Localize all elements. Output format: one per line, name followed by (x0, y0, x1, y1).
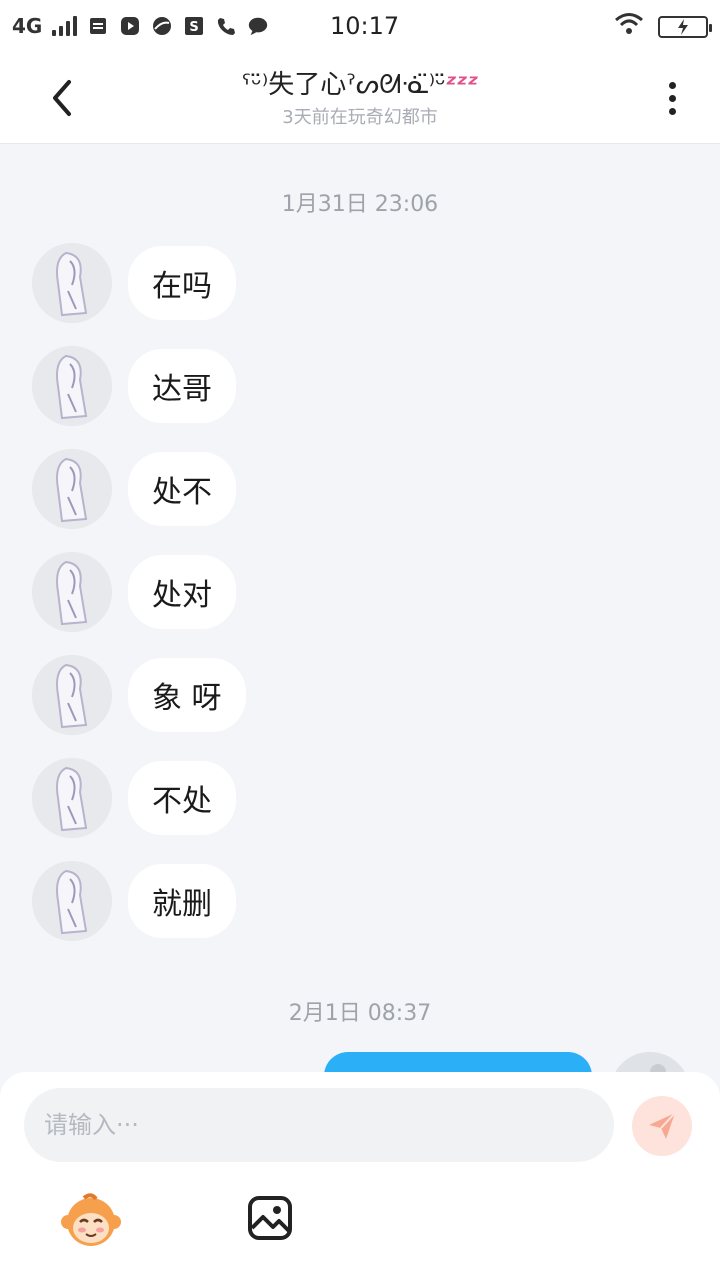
send-button[interactable] (632, 1096, 692, 1156)
message-input[interactable] (24, 1088, 614, 1162)
chat-screen: 4G S 10:17 ˁᵕ̈⁾失了心ˀᔕᘛᓍ̈⁾ᵕ̈ᶻᶻᶻ 3天前在玩奇幻都市 … (0, 0, 720, 1280)
phone-icon (215, 15, 237, 37)
chat-timestamp: 1月31日 23:06 (281, 192, 439, 217)
contact-avatar[interactable] (32, 243, 112, 323)
incoming-message: 不处 (32, 758, 236, 838)
contact-name-text: ˁᵕ̈⁾失了心ˀᔕᘛᓍ̈⁾ᵕ̈ (241, 70, 446, 100)
incoming-message: 就删 (32, 861, 236, 941)
incoming-message: 在吗 (32, 243, 236, 323)
nav-bar: ˁᵕ̈⁾失了心ˀᔕᘛᓍ̈⁾ᵕ̈ᶻᶻᶻ 3天前在玩奇幻都市 (0, 52, 720, 144)
chat-timestamp: 2月1日 08:37 (288, 1001, 432, 1026)
sleep-zzz-icon: ᶻᶻᶻ (445, 70, 479, 100)
incoming-message: 处不 (32, 449, 236, 529)
image-icon (248, 1196, 292, 1240)
svg-text:S: S (190, 20, 199, 35)
nav-title-block: ˁᵕ̈⁾失了心ˀᔕᘛᓍ̈⁾ᵕ̈ᶻᶻᶻ 3天前在玩奇幻都市 (160, 64, 560, 129)
image-picker-button[interactable] (246, 1194, 294, 1242)
dot (668, 81, 676, 89)
paper-plane-icon (649, 1112, 676, 1139)
status-bar: 4G S 10:17 (0, 0, 720, 52)
contact-avatar[interactable] (32, 346, 112, 426)
video-app-icon (119, 15, 141, 37)
message-bubble[interactable]: 不处 (128, 761, 236, 835)
dot (668, 107, 676, 115)
status-left: 4G S (12, 14, 312, 38)
contact-avatar[interactable] (32, 861, 112, 941)
back-button[interactable] (36, 72, 88, 124)
message-bubble[interactable]: 处对 (128, 555, 236, 629)
data-saver-icon (87, 15, 109, 37)
status-right (614, 12, 712, 41)
input-panel (0, 1072, 720, 1280)
wifi-icon (614, 12, 644, 41)
message-bubble[interactable]: 象 呀 (128, 658, 246, 732)
contact-avatar[interactable] (32, 758, 112, 838)
message-bubble[interactable]: 在吗 (128, 246, 236, 320)
battery-icon (658, 15, 712, 38)
message-bubble[interactable]: 达哥 (128, 349, 236, 423)
chevron-left-icon (53, 80, 71, 116)
monkey-emoji-icon (61, 1193, 121, 1246)
incoming-message: 处对 (32, 552, 236, 632)
clock: 10:17 (330, 12, 400, 40)
more-options-button[interactable] (650, 76, 694, 120)
signal-icon (52, 16, 78, 36)
message-bubble[interactable]: 就删 (128, 864, 236, 938)
contact-avatar[interactable] (32, 449, 112, 529)
contact-name: ˁᵕ̈⁾失了心ˀᔕᘛᓍ̈⁾ᵕ̈ᶻᶻᶻ (160, 64, 560, 101)
message-bubble[interactable]: 处不 (128, 452, 236, 526)
dot (668, 94, 676, 102)
message-icon (247, 15, 269, 37)
browser-app-icon (151, 15, 173, 37)
contact-avatar[interactable] (32, 655, 112, 735)
contact-avatar[interactable] (32, 552, 112, 632)
incoming-message: 达哥 (32, 346, 236, 426)
emoji-button[interactable] (60, 1190, 122, 1252)
network-type: 4G (12, 14, 43, 38)
s-app-icon: S (183, 15, 205, 37)
contact-status: 3天前在玩奇幻都市 (282, 107, 438, 128)
incoming-message: 象 呀 (32, 655, 246, 735)
